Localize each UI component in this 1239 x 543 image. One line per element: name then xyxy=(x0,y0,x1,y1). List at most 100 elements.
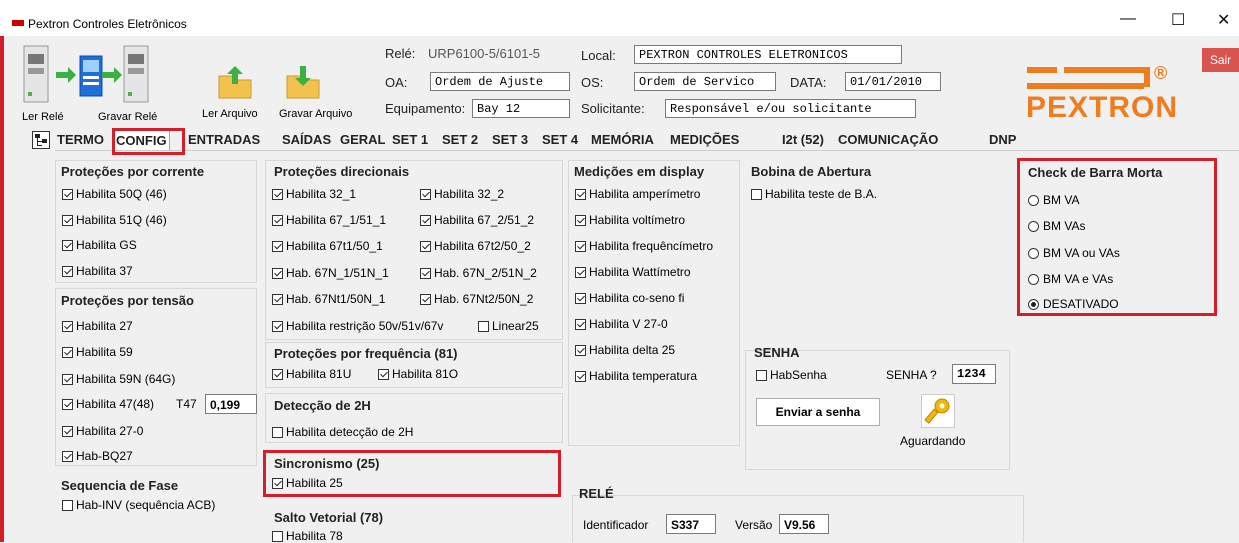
checkbox-box[interactable] xyxy=(272,214,283,226)
checkbox-habilita-27[interactable]: Habilita 27 xyxy=(62,319,133,333)
checkbox-habilita-voltimetro[interactable]: Habilita voltímetro xyxy=(575,213,685,227)
checkbox-box[interactable] xyxy=(575,344,586,356)
radio-dot[interactable] xyxy=(1028,247,1039,259)
radio-dot[interactable] xyxy=(1028,194,1039,206)
tab-geral[interactable]: GERAL xyxy=(338,130,388,150)
checkbox-box[interactable] xyxy=(420,267,431,279)
checkbox-habilita-32-2[interactable]: Habilita 32_2 xyxy=(420,187,504,201)
checkbox-habilita-50q-46[interactable]: Habilita 50Q (46) xyxy=(62,187,167,201)
tab-dnp[interactable]: DNP xyxy=(987,130,1018,150)
checkbox-habilita-67t1-50-1[interactable]: Habilita 67t1/50_1 xyxy=(272,239,383,253)
checkbox-box[interactable] xyxy=(420,214,431,226)
checkbox-box[interactable] xyxy=(62,265,73,277)
checkbox-box[interactable] xyxy=(62,320,73,332)
checkbox-hab-67nt1-50n-1[interactable]: Hab. 67Nt1/50N_1 xyxy=(272,292,385,306)
checkbox-box[interactable] xyxy=(272,530,283,542)
minimize-button[interactable]: — xyxy=(1120,10,1136,28)
checkbox-habilita-deteccao-de-2h[interactable]: Habilita detecção de 2H xyxy=(272,425,413,439)
checkbox-box[interactable] xyxy=(62,214,73,226)
radio-desativado[interactable]: DESATIVADO xyxy=(1028,297,1119,311)
checkbox-hab-67nt2-50n-2[interactable]: Hab. 67Nt2/50N_2 xyxy=(420,292,533,306)
checkbox-habilita-59[interactable]: Habilita 59 xyxy=(62,345,133,359)
checkbox-box[interactable] xyxy=(272,426,283,438)
checkbox-habilita-47-48[interactable]: Habilita 47(48) xyxy=(62,397,154,411)
checkbox-habilita-81o[interactable]: Habilita 81O xyxy=(378,367,458,381)
radio-dot[interactable] xyxy=(1028,273,1039,285)
enviar-senha-button[interactable]: Enviar a senha xyxy=(756,398,880,426)
checkbox-habilita-67-2-51-2[interactable]: Habilita 67_2/51_2 xyxy=(420,213,534,227)
checkbox-box[interactable] xyxy=(420,188,431,200)
checkbox-box[interactable] xyxy=(62,425,73,437)
checkbox-habilita-amperimetro[interactable]: Habilita amperímetro xyxy=(575,187,700,201)
checkbox-habilita-delta-25[interactable]: Habilita delta 25 xyxy=(575,343,675,357)
checkbox-habilita-51q-46[interactable]: Habilita 51Q (46) xyxy=(62,213,167,227)
checkbox-box[interactable] xyxy=(575,214,586,226)
checkbox-hab-inv-sequencia-acb[interactable]: Hab-INV (sequência ACB) xyxy=(62,498,215,512)
checkbox-habilita-v-27-0[interactable]: Habilita V 27-0 xyxy=(575,317,668,331)
checkbox-habilita-27-0[interactable]: Habilita 27-0 xyxy=(62,424,143,438)
oa-input[interactable]: Ordem de Ajuste xyxy=(430,72,570,91)
checkbox-habilita-restricao-50v-51v-67v[interactable]: Habilita restrição 50v/51v/67v xyxy=(272,319,443,333)
radio-dot[interactable] xyxy=(1028,220,1039,232)
checkbox-box[interactable] xyxy=(62,373,73,385)
checkbox-habilita-32-1[interactable]: Habilita 32_1 xyxy=(272,187,356,201)
checkbox-box[interactable] xyxy=(575,292,586,304)
senha-input[interactable]: 1234 xyxy=(952,364,996,384)
checkbox-habilita-78[interactable]: Habilita 78 xyxy=(272,529,343,543)
radio-bm-va-ou-vas[interactable]: BM VA ou VAs xyxy=(1028,246,1120,260)
checkbox-box[interactable] xyxy=(62,188,73,200)
checkbox-habilita-wattimetro[interactable]: Habilita Wattímetro xyxy=(575,265,691,279)
checkbox-habilita-81u[interactable]: Habilita 81U xyxy=(272,367,351,381)
ler-rele-button[interactable] xyxy=(22,42,112,120)
checkbox-hab-67n-1-51n-1[interactable]: Hab. 67N_1/51N_1 xyxy=(272,266,389,280)
checkbox-habilita-gs[interactable]: Habilita GS xyxy=(62,238,137,252)
checkbox-box[interactable] xyxy=(272,267,283,279)
tab-memoria[interactable]: MEMÓRIA xyxy=(589,130,656,150)
checkbox-box[interactable] xyxy=(420,293,431,305)
checkbox-habilita-37[interactable]: Habilita 37 xyxy=(62,264,133,278)
tree-view-icon[interactable] xyxy=(32,131,50,149)
tab-medicoes[interactable]: MEDIÇÕES xyxy=(668,130,741,150)
checkbox-habilita-59n-64g[interactable]: Habilita 59N (64G) xyxy=(62,372,175,386)
radio-bm-va[interactable]: BM VA xyxy=(1028,193,1079,207)
checkbox-box[interactable] xyxy=(575,188,586,200)
tab-set-4[interactable]: SET 4 xyxy=(540,130,580,150)
checkbox-habilita-25[interactable]: Habilita 25 xyxy=(272,476,343,490)
checkbox-box[interactable] xyxy=(272,320,283,332)
sair-button[interactable]: Sair xyxy=(1202,48,1239,72)
checkbox-habilita-teste-de-b-a[interactable]: Habilita teste de B.A. xyxy=(751,187,877,201)
gravar-arquivo-button[interactable] xyxy=(283,62,323,102)
tab-comunicacao[interactable]: COMUNICAÇÃO xyxy=(836,130,940,150)
checkbox-box[interactable] xyxy=(420,240,431,252)
maximize-button[interactable]: ☐ xyxy=(1171,10,1185,30)
solicitante-input[interactable]: Responsável e/ou solicitante xyxy=(665,99,916,118)
tab-i2t-52[interactable]: I2t (52) xyxy=(780,130,826,150)
ler-arquivo-button[interactable] xyxy=(215,62,255,102)
checkbox-hab-bq27[interactable]: Hab-BQ27 xyxy=(62,449,133,463)
checkbox-box[interactable] xyxy=(62,499,73,511)
t47-input[interactable]: 0,199 xyxy=(205,394,257,414)
gravar-rele-button[interactable] xyxy=(102,42,162,120)
data-input[interactable]: 01/01/2010 xyxy=(845,72,941,91)
checkbox-habilita-temperatura[interactable]: Habilita temperatura xyxy=(575,369,697,383)
tab-set-2[interactable]: SET 2 xyxy=(440,130,480,150)
local-input[interactable]: PEXTRON CONTROLES ELETRONICOS xyxy=(634,45,902,64)
tab-termo[interactable]: TERMO xyxy=(55,130,106,150)
checkbox-box[interactable] xyxy=(575,370,586,382)
habsenha-checkbox[interactable]: HabSenha xyxy=(756,368,827,382)
checkbox-box[interactable] xyxy=(272,240,283,252)
checkbox-box[interactable] xyxy=(272,368,283,380)
radio-dot[interactable] xyxy=(1028,298,1039,310)
checkbox-box[interactable] xyxy=(272,188,283,200)
checkbox-habilita-67-1-51-1[interactable]: Habilita 67_1/51_1 xyxy=(272,213,386,227)
checkbox-box[interactable] xyxy=(575,318,586,330)
checkbox-habilita-67t2-50-2[interactable]: Habilita 67t2/50_2 xyxy=(420,239,531,253)
checkbox-box[interactable] xyxy=(62,398,73,410)
checkbox-habilita-co-seno-fi[interactable]: Habilita co-seno fi xyxy=(575,291,684,305)
tab-set-1[interactable]: SET 1 xyxy=(390,130,430,150)
checkbox-habilita-frequencimetro[interactable]: Habilita frequêncímetro xyxy=(575,239,713,253)
checkbox-box[interactable] xyxy=(62,346,73,358)
equipamento-input[interactable]: Bay 12 xyxy=(472,99,570,118)
os-input[interactable]: Ordem de Servico xyxy=(634,72,776,91)
checkbox-box[interactable] xyxy=(575,266,586,278)
